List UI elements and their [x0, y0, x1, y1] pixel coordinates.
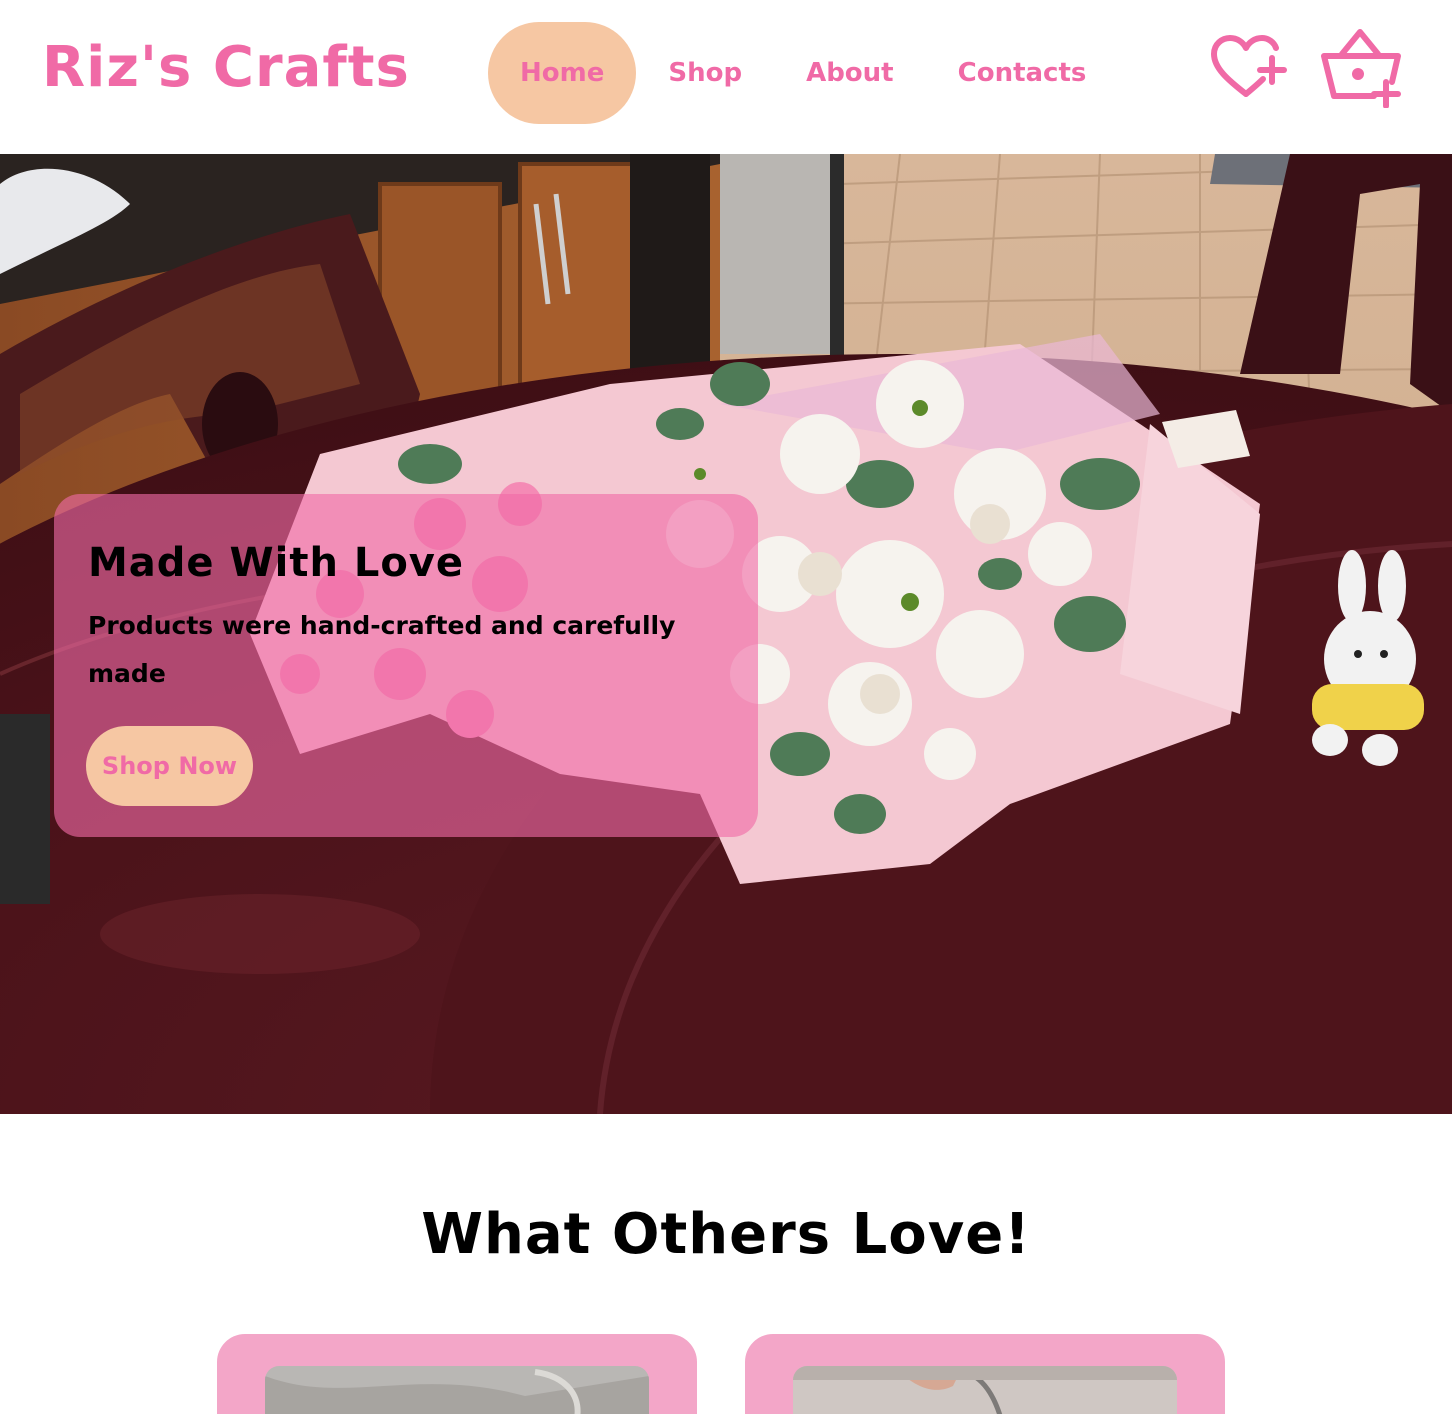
hero-subtitle: Products were hand-crafted and carefully…	[88, 611, 676, 688]
hero-card: Made With Love Products were hand-crafte…	[54, 494, 758, 837]
basket-plus-icon	[1321, 29, 1401, 109]
brand-logo[interactable]: Riz's Crafts	[42, 40, 410, 96]
product-card[interactable]	[745, 1334, 1225, 1414]
site-header: Riz's Crafts Home Shop About Contacts	[0, 0, 1452, 154]
heart-plus-icon	[1211, 35, 1287, 97]
nav-contacts[interactable]: Contacts	[926, 22, 1119, 124]
hero-section: Made With Love Products were hand-crafte…	[0, 154, 1452, 1114]
page: Riz's Crafts Home Shop About Contacts Ma…	[0, 0, 1452, 1414]
nav-about[interactable]: About	[774, 22, 926, 124]
nav-home[interactable]: Home	[488, 22, 637, 124]
section-title: What Others Love!	[421, 1202, 1031, 1267]
main-nav: Home Shop About Contacts	[488, 22, 1118, 124]
nav-shop[interactable]: Shop	[636, 22, 774, 124]
cart-button[interactable]	[1318, 26, 1404, 109]
product-card[interactable]	[217, 1334, 697, 1414]
wishlist-button[interactable]	[1208, 34, 1288, 100]
product-image[interactable]	[265, 1366, 649, 1414]
shop-now-button[interactable]: Shop Now	[86, 726, 253, 806]
hero-title: Made With Love	[88, 540, 465, 586]
product-image[interactable]	[793, 1366, 1177, 1414]
